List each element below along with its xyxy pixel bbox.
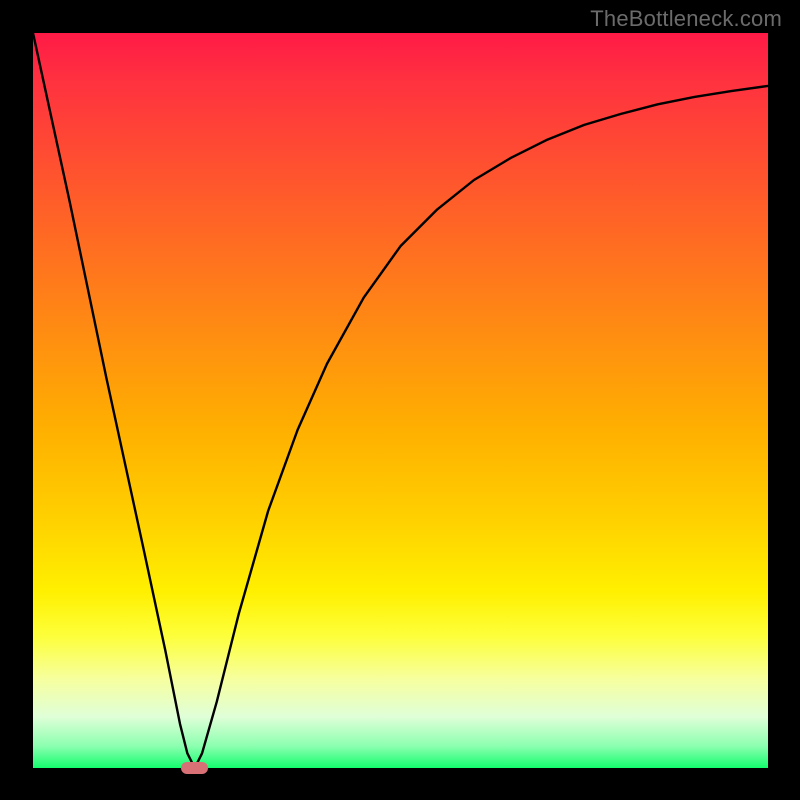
- watermark-text: TheBottleneck.com: [590, 6, 782, 32]
- optimum-marker: [181, 762, 207, 774]
- plot-area: [33, 33, 768, 768]
- chart-frame: TheBottleneck.com: [0, 0, 800, 800]
- bottleneck-curve: [33, 33, 768, 768]
